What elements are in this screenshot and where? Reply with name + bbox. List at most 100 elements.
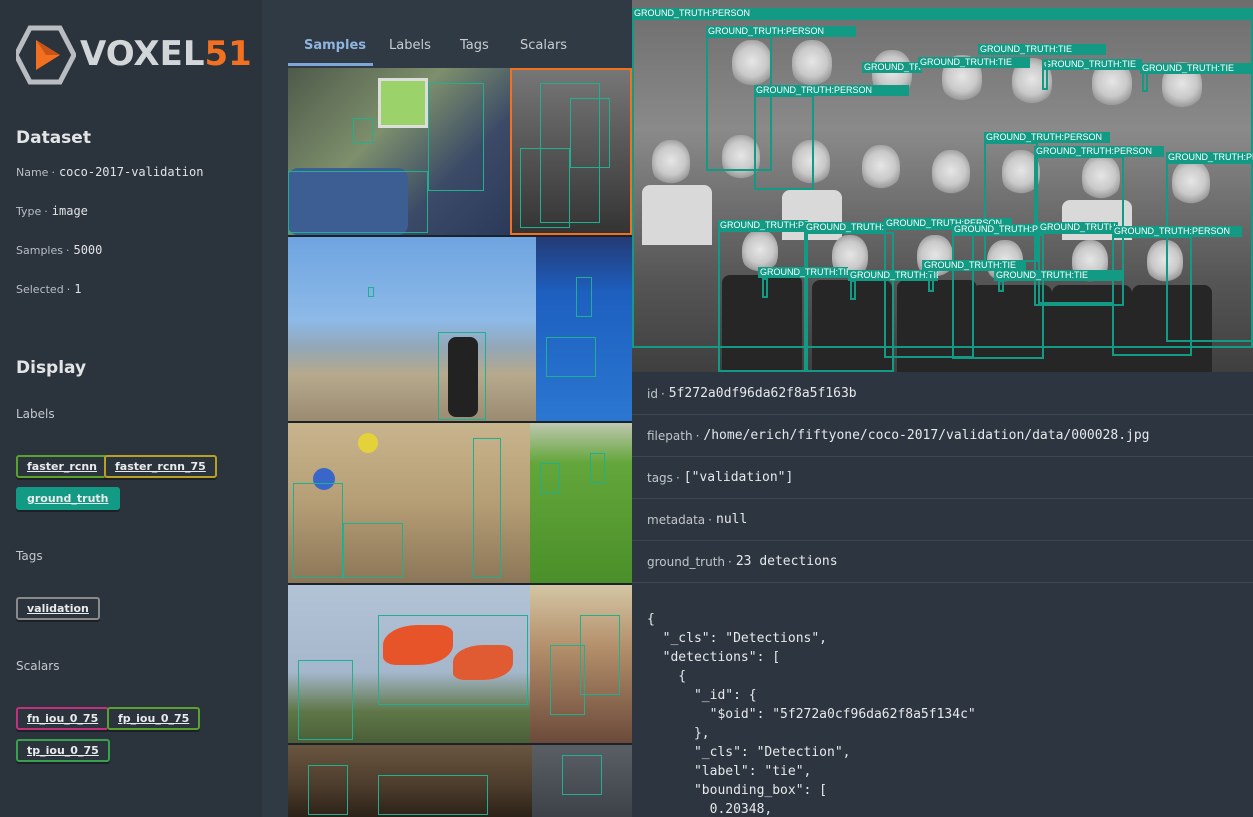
field-tags-key: tags [647,470,673,485]
balloon-image [358,433,378,453]
dataset-name-label: Name [16,166,49,179]
detection-box [378,615,528,705]
detection-box [298,660,353,740]
detection-box [754,95,814,190]
detection-label: GROUND_TRUTH:PERSON [1038,222,1118,233]
detection-label: GROUND_TRUTH:PERSON [754,85,909,96]
display-section-title: Display [16,358,87,378]
field-filepath-value: /home/erich/fiftyone/coco-2017/validatio… [703,428,1150,443]
tab-samples[interactable]: Samples [304,38,366,53]
label-chip-ground-truth[interactable]: ground_truth [16,487,120,510]
detection-label: GROUND_TRUTH:PERSON [1034,146,1164,157]
detection-box [520,148,570,228]
detection-box [1112,236,1192,356]
detection-box [343,523,403,578]
detection-label: GROUND_TRUTH:TIE [848,270,938,281]
detection-box [353,118,373,143]
field-metadata-key: metadata [647,512,706,527]
detection-box [438,332,486,420]
scalar-chip-fn-iou[interactable]: fn_iou_0_75 [16,707,110,730]
detection-label: GROUND_TRUTH:TIE [918,57,1030,68]
sample-tile[interactable] [530,585,632,743]
tag-chip-validation[interactable]: validation [16,597,100,620]
field-filepath: filepath ·/home/erich/fiftyone/coco-2017/… [632,415,1253,457]
tie-detection-box [850,280,856,300]
dataset-type-label: Type [16,205,42,218]
sample-tile[interactable] [532,745,632,817]
detection-box [1038,232,1114,304]
sample-tile[interactable] [288,585,530,743]
detection-box [288,171,428,233]
field-id-value: 5f272a0df96da62f8a5f163b [668,386,857,401]
label-chip-faster-rcnn-75[interactable]: faster_rcnn_75 [104,455,217,478]
detection-label: GROUND_TRUTH:PERSON [804,222,884,233]
detection-label: GROUND_TRUTH:PERSON [862,62,922,73]
logo-wordmark: VOXEL51 [80,34,252,74]
detection-label: GROUND_TRUTH:PERSON [706,26,856,37]
field-ground-truth[interactable]: ground_truth · 23 detections [632,541,1253,583]
sample-tile[interactable] [288,745,532,817]
detection-box [546,337,596,377]
detection-label: GROUND_TRUTH:PERSON [632,8,1253,19]
tie-detection-box [762,278,768,298]
detection-box [718,230,808,372]
detection-box [590,453,605,483]
field-filepath-key: filepath [647,428,693,443]
detection-label: GROUND_TRUTH:PERSON [984,132,1110,143]
detection-box [428,83,484,191]
voxel51-logo[interactable]: VOXEL51 [16,24,252,88]
tab-scalars[interactable]: Scalars [520,38,567,53]
detection-box [540,463,560,493]
detection-label: GROUND_TRUTH:TIE [1140,63,1253,74]
tie-detection-box [998,280,1004,292]
sample-tile[interactable] [530,423,632,583]
sample-detail-panel: GROUND_TRUTH:PERSON GROUND_TRUTH:PERSON … [632,0,1253,817]
sidebar: VOXEL51 Dataset Name · coco-2017-validatio… [0,0,262,817]
active-tab-indicator [288,63,373,66]
logo-text-51: 51 [204,34,252,74]
scalar-chip-tp-iou[interactable]: tp_iou_0_75 [16,739,110,762]
dataset-name-row: Name · coco-2017-validation [16,165,204,179]
dataset-section-title: Dataset [16,128,91,148]
detection-box [580,615,620,695]
sample-tile-selected[interactable] [510,68,632,235]
detection-label: GROUND_TRUTH:TIE [758,267,848,278]
field-tags-value: ["validation"] [683,470,794,485]
label-chip-faster-rcnn[interactable]: faster_rcnn [16,455,109,478]
dataset-selected-label: Selected [16,283,64,296]
scalar-chip-fp-iou[interactable]: fp_iou_0_75 [107,707,201,730]
detection-box [550,645,585,715]
sample-tile[interactable] [288,68,510,235]
detection-box [952,234,1044,359]
field-metadata-value: null [716,512,748,527]
tab-labels[interactable]: Labels [389,38,431,53]
detection-label: GROUND_TRUTH:PERSON [1112,226,1242,237]
detection-box [368,287,374,297]
logo-text-voxel: VOXEL [80,34,205,74]
detection-label: GROUND_TRUTH:TIE [1042,59,1142,70]
detection-box [562,755,602,795]
sample-image[interactable]: GROUND_TRUTH:PERSON GROUND_TRUTH:PERSON … [632,0,1253,372]
json-viewer: { "_cls": "Detections", "detections": [ … [647,612,976,817]
tab-tags[interactable]: Tags [460,38,489,53]
window-image [378,78,428,128]
field-id-key: id [647,386,658,401]
field-ground-truth-key: ground_truth [647,554,726,569]
tie-detection-box [928,272,934,292]
detection-box [570,98,610,168]
sample-tile[interactable] [536,237,632,421]
dataset-samples-label: Samples [16,244,63,257]
field-id: id · 5f272a0df96da62f8a5f163b [632,373,1253,415]
tags-heading: Tags [16,549,43,563]
sample-tile[interactable] [288,423,530,583]
dataset-selected-row: Selected · 1 [16,282,82,296]
detection-label: GROUND_TRUTH:PERSON [718,220,808,231]
detection-label: GROUND_TRUTH:TIE [978,44,1106,55]
tie-detection-box [1042,60,1048,90]
samples-grid [288,68,632,817]
sample-tile[interactable] [288,237,536,421]
dataset-type-row: Type · image [16,204,88,218]
detection-box [576,277,592,317]
detection-label: GROUND_TRUTH:PERSON [952,224,1042,235]
field-ground-truth-value: 23 detections [735,554,838,569]
